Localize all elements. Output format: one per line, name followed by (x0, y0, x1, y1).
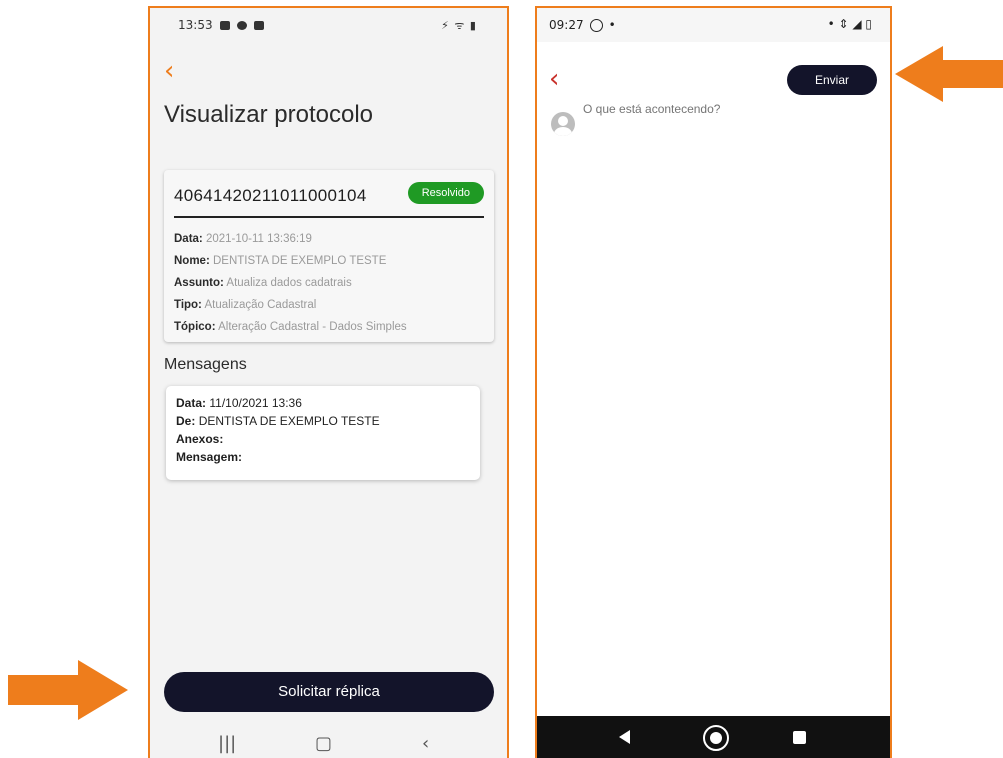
image-icon (253, 20, 264, 30)
field-data: Data: 2021-10-11 13:36:19 (174, 233, 312, 245)
status-dot: • (608, 18, 616, 32)
messages-title: Mensagens (164, 356, 247, 373)
avatar-icon (551, 112, 575, 136)
status-time: 09:27 (549, 18, 584, 32)
compose-input[interactable] (583, 102, 873, 116)
divider (174, 216, 484, 218)
back-chevron-icon[interactable]: ‹ (164, 58, 174, 84)
protocol-fields: Data: 2021-10-11 13:36:19 Nome: DENTISTA… (174, 228, 407, 338)
field-nome: Nome: DENTISTA DE EXEMPLO TESTE (174, 255, 387, 267)
page-title: Visualizar protocolo (164, 101, 374, 128)
send-button[interactable]: Enviar (787, 65, 877, 95)
message-card[interactable]: Data: 11/10/2021 13:36 De: DENTISTA DE E… (166, 386, 480, 480)
request-reply-button[interactable]: Solicitar réplica (164, 672, 494, 712)
protocol-card: 40641420211011000104 Resolvido Data: 202… (164, 170, 494, 342)
arrow-right-icon (8, 660, 128, 720)
status-badge: Resolvido (407, 182, 484, 204)
field-assunto: Assunto: Atualiza dados cadatrais (174, 277, 352, 289)
android-nav-bar: ||| ▢ ‹ (150, 728, 507, 758)
nav-recent-icon[interactable]: ||| (218, 733, 236, 754)
status-bar-right: ⚡ ᯤ ▮ (441, 19, 477, 32)
android-nav-bar (537, 716, 890, 758)
protocol-body: 40641420211011000104 Resolvido Data: 202… (150, 148, 507, 728)
nav-recent-icon[interactable] (793, 731, 806, 744)
nav-back-icon[interactable] (619, 730, 630, 744)
phone-screen-compose: 09:27 • • ⇕ ◢ ▯ ‹ Enviar (535, 6, 892, 758)
nav-back-icon[interactable]: ‹ (422, 733, 429, 754)
whatsapp-icon (589, 18, 603, 32)
protocol-number: 40641420211011000104 (174, 186, 367, 205)
nav-home-icon[interactable] (703, 725, 729, 751)
status-bar-left: 09:27 • (549, 18, 616, 32)
field-topico: Tópico: Alteração Cadastral - Dados Simp… (174, 321, 407, 333)
message-attachments: Anexos: (176, 432, 224, 446)
message-body: Mensagem: (176, 450, 243, 464)
arrow-left-icon (895, 46, 1003, 102)
status-time: 13:53 (178, 18, 213, 32)
status-bar-left: 13:53 (178, 18, 264, 32)
phone-screen-protocol: 13:53 ⚡ ᯤ ▮ ‹ Visualizar protocolo 40641… (148, 6, 509, 758)
message-date: Data: 11/10/2021 13:36 (176, 396, 302, 410)
status-bar-right: • ⇕ ◢ ▯ (827, 17, 872, 31)
back-chevron-icon[interactable]: ‹ (549, 66, 559, 92)
notification-icon (219, 20, 230, 30)
field-tipo: Tipo: Atualização Cadastral (174, 299, 317, 311)
nav-home-icon[interactable]: ▢ (315, 733, 332, 754)
shield-icon (236, 20, 247, 30)
status-bar: 09:27 • • ⇕ ◢ ▯ (537, 8, 890, 42)
message-from: De: DENTISTA DE EXEMPLO TESTE (176, 414, 380, 428)
protocol-header: 13:53 ⚡ ᯤ ▮ ‹ Visualizar protocolo (150, 8, 507, 148)
